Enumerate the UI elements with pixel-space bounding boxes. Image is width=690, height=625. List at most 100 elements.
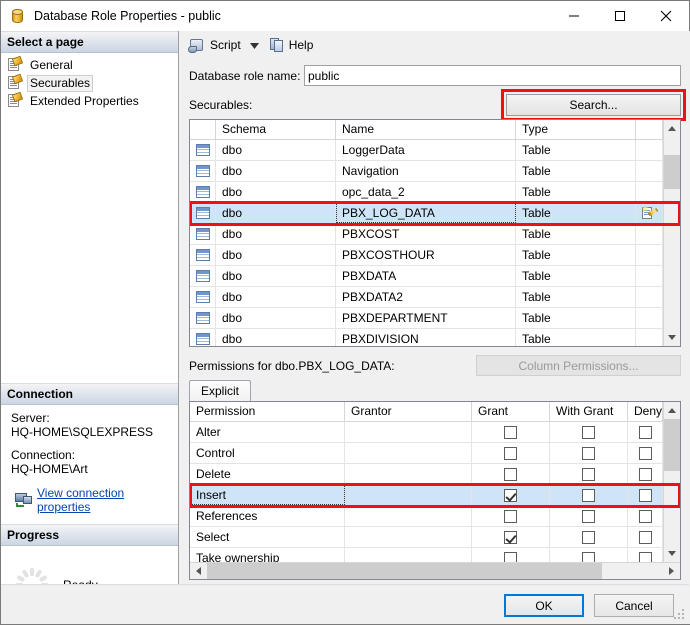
- cancel-button[interactable]: Cancel: [594, 594, 674, 617]
- scroll-left-icon[interactable]: [190, 563, 207, 579]
- scroll-up-icon[interactable]: [664, 402, 681, 419]
- with-grant-cell[interactable]: [550, 422, 628, 442]
- deny-cell[interactable]: [628, 506, 664, 526]
- with-grant-checkbox[interactable]: [582, 509, 595, 523]
- deny-cell[interactable]: [628, 548, 664, 562]
- deny-cell[interactable]: [628, 422, 664, 442]
- table-row[interactable]: dbo LoggerData Table: [190, 140, 664, 161]
- deny-cell[interactable]: [628, 443, 664, 463]
- sidebar-item-general[interactable]: General: [1, 55, 178, 74]
- permissions-horizontal-scrollbar[interactable]: [190, 562, 681, 579]
- permission-row[interactable]: Alter: [190, 422, 664, 443]
- table-row[interactable]: dbo PBXDIVISION Table: [190, 329, 664, 346]
- grant-checkbox[interactable]: [504, 509, 517, 523]
- cell-edit[interactable]: [636, 161, 664, 181]
- with-grant-checkbox[interactable]: [582, 446, 595, 460]
- scroll-right-icon[interactable]: [663, 563, 680, 579]
- permission-row[interactable]: Take ownership: [190, 548, 664, 562]
- deny-checkbox[interactable]: [638, 446, 652, 460]
- column-header-grantor[interactable]: Grantor: [345, 402, 472, 421]
- deny-cell[interactable]: [628, 485, 664, 505]
- with-grant-cell[interactable]: [550, 485, 628, 505]
- table-row[interactable]: dbo PBXDEPARTMENT Table: [190, 308, 664, 329]
- table-row[interactable]: dbo PBX_LOG_DATA Table: [190, 203, 664, 224]
- securables-scroll-track[interactable]: [664, 137, 681, 329]
- with-grant-checkbox[interactable]: [582, 425, 595, 439]
- scroll-down-icon[interactable]: [664, 545, 681, 562]
- column-header-grant[interactable]: Grant: [472, 402, 550, 421]
- view-connection-properties-link[interactable]: View connection properties: [37, 486, 178, 514]
- column-header-type[interactable]: Type: [516, 120, 636, 139]
- table-row[interactable]: dbo PBXCOSTHOUR Table: [190, 245, 664, 266]
- search-button[interactable]: Search...: [506, 94, 682, 116]
- permission-row[interactable]: Control: [190, 443, 664, 464]
- view-connection-properties-row[interactable]: View connection properties: [11, 476, 178, 520]
- deny-cell[interactable]: [628, 527, 664, 547]
- table-row[interactable]: dbo PBXCOST Table: [190, 224, 664, 245]
- with-grant-cell[interactable]: [550, 443, 628, 463]
- permissions-scroll-track[interactable]: [664, 419, 681, 545]
- tab-explicit[interactable]: Explicit: [189, 380, 252, 401]
- permission-row[interactable]: Delete: [190, 464, 664, 485]
- script-button[interactable]: Script: [185, 36, 245, 55]
- grant-cell[interactable]: [472, 548, 550, 562]
- grant-cell[interactable]: [472, 485, 550, 505]
- permission-row[interactable]: References: [190, 506, 664, 527]
- grant-cell[interactable]: [472, 506, 550, 526]
- securables-vertical-scrollbar[interactable]: [663, 120, 681, 346]
- column-header-deny[interactable]: Deny: [628, 402, 664, 421]
- securables-scroll-thumb[interactable]: [664, 155, 681, 189]
- maximize-button[interactable]: [597, 1, 643, 30]
- help-button[interactable]: Help: [266, 36, 318, 55]
- with-grant-cell[interactable]: [550, 464, 628, 484]
- grant-cell[interactable]: [472, 443, 550, 463]
- cell-edit[interactable]: [636, 266, 664, 286]
- table-row[interactable]: dbo PBXDATA2 Table: [190, 287, 664, 308]
- cell-edit[interactable]: [636, 287, 664, 307]
- with-grant-checkbox[interactable]: [582, 530, 595, 544]
- with-grant-checkbox[interactable]: [582, 488, 595, 502]
- table-row[interactable]: dbo opc_data_2 Table: [190, 182, 664, 203]
- with-grant-checkbox[interactable]: [582, 467, 595, 481]
- resize-grip-icon[interactable]: [674, 609, 686, 621]
- grant-checkbox[interactable]: [504, 488, 517, 502]
- cell-edit[interactable]: [636, 308, 664, 328]
- grant-checkbox[interactable]: [504, 446, 517, 460]
- grant-checkbox[interactable]: [504, 467, 517, 481]
- column-header-permission[interactable]: Permission: [190, 402, 345, 421]
- sidebar-item-securables[interactable]: Securables: [1, 73, 178, 92]
- role-name-input[interactable]: [304, 65, 682, 86]
- grant-checkbox[interactable]: [504, 551, 517, 562]
- sidebar-item-extended-properties[interactable]: Extended Properties: [1, 91, 178, 110]
- deny-checkbox[interactable]: [638, 488, 652, 502]
- grant-checkbox[interactable]: [504, 530, 517, 544]
- deny-checkbox[interactable]: [638, 509, 652, 523]
- permissions-hscroll-thumb[interactable]: [207, 563, 602, 579]
- minimize-button[interactable]: [551, 1, 597, 30]
- cell-edit[interactable]: [636, 182, 664, 202]
- close-button[interactable]: [643, 1, 689, 30]
- cell-edit[interactable]: [636, 245, 664, 265]
- permission-row[interactable]: Insert: [190, 485, 664, 506]
- with-grant-cell[interactable]: [550, 506, 628, 526]
- cell-edit[interactable]: [636, 203, 664, 223]
- scroll-up-icon[interactable]: [664, 120, 681, 137]
- cell-edit[interactable]: [636, 140, 664, 160]
- ok-button[interactable]: OK: [504, 594, 584, 617]
- grant-checkbox[interactable]: [504, 425, 517, 439]
- with-grant-checkbox[interactable]: [582, 551, 595, 562]
- column-header-name[interactable]: Name: [336, 120, 516, 139]
- with-grant-cell[interactable]: [550, 527, 628, 547]
- permission-row[interactable]: Select: [190, 527, 664, 548]
- grant-cell[interactable]: [472, 422, 550, 442]
- grant-cell[interactable]: [472, 527, 550, 547]
- cell-edit[interactable]: [636, 329, 664, 346]
- deny-checkbox[interactable]: [638, 530, 652, 544]
- table-row[interactable]: dbo Navigation Table: [190, 161, 664, 182]
- with-grant-cell[interactable]: [550, 548, 628, 562]
- chevron-down-icon[interactable]: [249, 38, 259, 52]
- permissions-vertical-scrollbar[interactable]: [663, 402, 681, 562]
- deny-checkbox[interactable]: [638, 425, 652, 439]
- deny-cell[interactable]: [628, 464, 664, 484]
- permissions-hscroll-track[interactable]: [207, 563, 663, 579]
